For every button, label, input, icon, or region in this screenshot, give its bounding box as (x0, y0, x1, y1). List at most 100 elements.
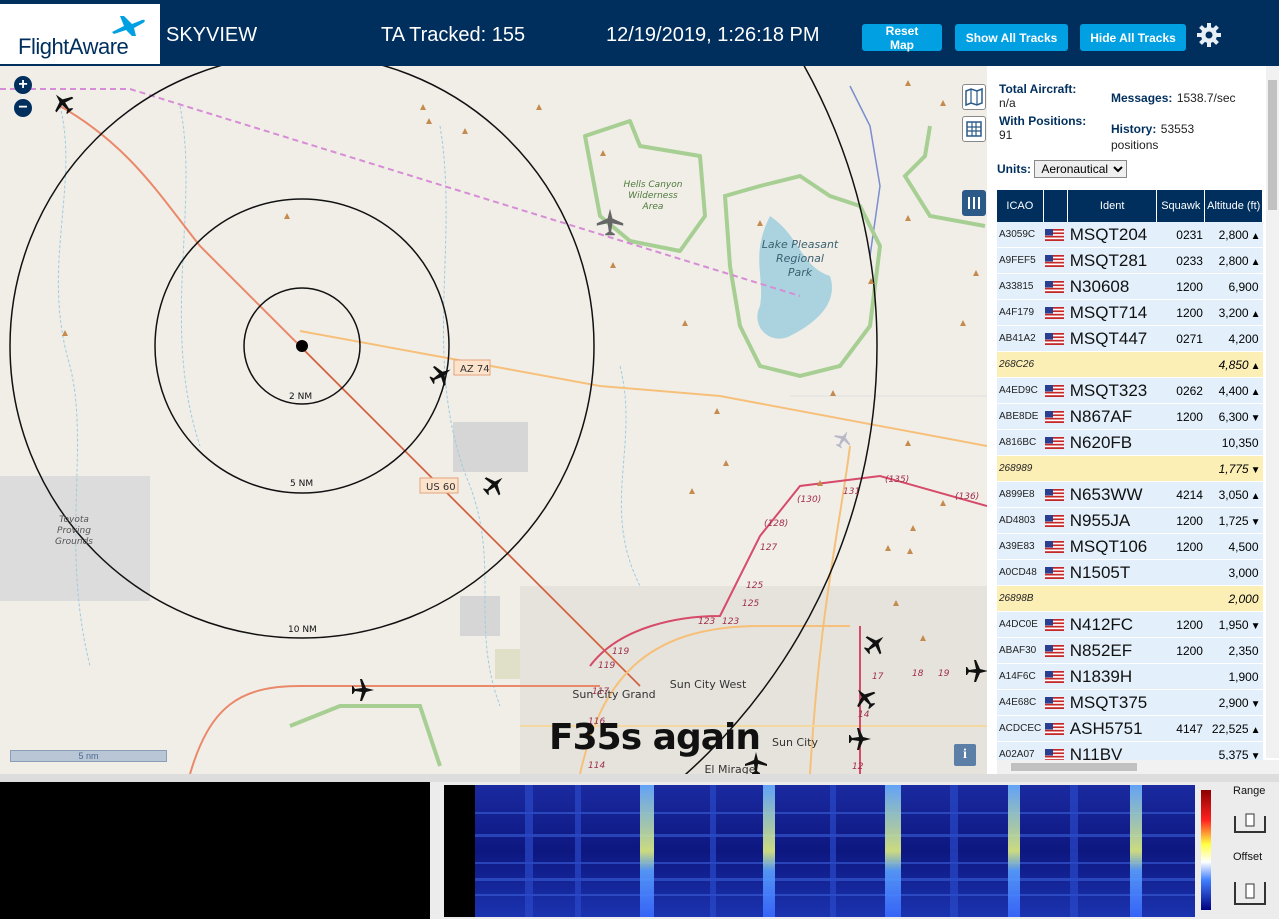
place-label: Hells Canyon (624, 180, 683, 190)
table-row[interactable]: A39E83 MSQT106 1200 4,500 (997, 533, 1263, 560)
icao-cell: A4E68C (997, 689, 1044, 716)
show-all-tracks-button[interactable]: Show All Tracks (955, 24, 1068, 51)
scrollbar-thumb[interactable] (1268, 80, 1277, 210)
icao-cell: ACDCEC (997, 715, 1044, 742)
messages-value: 1538.7/sec (1176, 91, 1236, 105)
aircraft-icon[interactable] (425, 359, 457, 391)
table-row[interactable]: A4DC0E N412FC 1200 1,950 ▼ (997, 611, 1263, 638)
table-row[interactable]: A4ED9C MSQT323 0262 4,400 ▲ (997, 377, 1263, 404)
table-row[interactable]: 268989 1,775 ▼ (997, 455, 1263, 482)
icao-cell: AD4803 (997, 507, 1044, 534)
hide-all-tracks-button[interactable]: Hide All Tracks (1080, 24, 1186, 51)
place-label: Sun City (772, 736, 818, 749)
place-label: Sun City Grand (572, 688, 655, 701)
range-slider[interactable] (1233, 812, 1267, 836)
scrollbar-thumb[interactable] (1011, 763, 1137, 771)
column-header-icao[interactable]: ICAO (997, 190, 1044, 222)
flightaware-logo[interactable]: FlightAware (0, 4, 160, 64)
place-label: Lake Pleasant (762, 238, 839, 251)
table-row[interactable]: AB41A2 MSQT447 0271 4,200 (997, 325, 1263, 352)
map-view[interactable]: 2 NM 5 NM 10 NM AZ 74 US 60 Hells Canyon… (0, 66, 987, 774)
messages-label: Messages: (1111, 91, 1173, 105)
horizontal-scrollbar[interactable] (997, 760, 1279, 774)
column-header-flag[interactable] (1043, 190, 1069, 222)
ident-cell: MSQT204 (1067, 222, 1157, 248)
aircraft-table: ICAO Ident Squawk Altitude (ft) A3059C MS… (997, 190, 1263, 766)
table-row[interactable]: A0CD48 N1505T 3,000 (997, 559, 1263, 586)
divider (0, 774, 1279, 782)
squawk-cell (1156, 663, 1205, 690)
table-row[interactable]: ABAF30 N852EF 1200 2,350 (997, 637, 1263, 664)
vertical-scrollbar[interactable] (1266, 66, 1279, 758)
ident-cell: N867AF (1067, 403, 1157, 430)
squawk-cell: 4147 (1156, 715, 1205, 742)
altitude-value: 6,900 (1228, 279, 1259, 294)
us-flag-icon (1045, 254, 1065, 267)
grid-button[interactable] (962, 116, 986, 142)
icao-cell: A4DC0E (997, 611, 1044, 638)
info-button[interactable]: i (954, 744, 976, 766)
table-row[interactable]: A9FEF5 MSQT281 0233 2,800 ▲ (997, 247, 1263, 274)
us-flag-icon (1045, 748, 1065, 761)
table-row[interactable]: A899E8 N653WW 4214 3,050 ▲ (997, 481, 1263, 508)
table-row[interactable]: ABE8DE N867AF 1200 6,300 ▼ (997, 403, 1263, 430)
ident-cell: MSQT375 (1067, 689, 1157, 716)
datetime: 12/19/2019, 1:26:18 PM (606, 24, 820, 46)
column-toggle-button[interactable] (962, 190, 986, 216)
table-row[interactable]: 268C26 4,850 ▲ (997, 351, 1263, 378)
map-layer-button[interactable] (962, 84, 986, 110)
zoom-in-button[interactable]: + (14, 76, 32, 94)
aircraft-icon[interactable] (830, 426, 856, 452)
offset-slider[interactable] (1233, 878, 1267, 908)
ident-cell: N412FC (1067, 611, 1157, 638)
table-row[interactable]: ACDCEC ASH5751 4147 22,525 ▲ (997, 715, 1263, 742)
units-select[interactable]: Aeronautical (1034, 160, 1128, 178)
table-row[interactable]: A14F6C N1839H 1,900 (997, 663, 1263, 690)
altitude-cell: 2,800 ▲ (1204, 222, 1263, 248)
table-row[interactable]: AD4803 N955JA 1200 1,725 ▼ (997, 507, 1263, 534)
route-number: 127 (760, 543, 777, 553)
squawk-cell: 1200 (1156, 611, 1205, 638)
column-header-altitude[interactable]: Altitude (ft) (1204, 190, 1263, 222)
with-positions-value: 91 (999, 128, 1013, 142)
us-flag-icon (1045, 228, 1065, 241)
table-row[interactable]: A816BC N620FB 10,350 (997, 429, 1263, 456)
table-row[interactable]: A33815 N30608 1200 6,900 (997, 273, 1263, 300)
table-row[interactable]: A4E68C MSQT375 2,900 ▼ (997, 689, 1263, 716)
offset-label: Offset (1233, 851, 1263, 863)
table-row[interactable]: 26898B 2,000 (997, 585, 1263, 612)
waterfall-controls: Range Offset (1225, 782, 1279, 919)
reset-map-button[interactable]: Reset Map (862, 24, 942, 52)
aircraft-table-wrapper: ICAO Ident Squawk Altitude (ft) A3059C MS… (997, 190, 1263, 766)
icao-cell: A4ED9C (997, 377, 1044, 404)
ident-cell: MSQT714 (1067, 299, 1157, 326)
altitude-value: 4,500 (1228, 539, 1259, 554)
column-header-ident[interactable]: Ident (1067, 190, 1158, 222)
altitude-cell: 6,300 ▼ (1204, 403, 1263, 430)
ident-cell: N1505T (1067, 559, 1157, 586)
squawk-cell: 0231 (1156, 222, 1205, 248)
place-label: Sun City West (670, 678, 747, 691)
flag-cell (1043, 351, 1068, 378)
table-row[interactable]: A4F179 MSQT714 1200 3,200 ▲ (997, 299, 1263, 326)
aircraft-icon[interactable] (352, 679, 374, 701)
range-label: 5 NM (290, 479, 313, 489)
flag-cell (1043, 533, 1068, 560)
trend-icon: ▲ (1250, 490, 1261, 502)
gear-icon[interactable] (1196, 22, 1222, 48)
zoom-out-button[interactable]: − (14, 99, 32, 117)
squawk-cell: 0262 (1156, 377, 1205, 404)
altitude-cell: 3,050 ▲ (1204, 481, 1263, 508)
flag-cell (1043, 715, 1068, 742)
place-label: Grounds (55, 537, 93, 547)
aircraft-icon[interactable] (478, 469, 510, 501)
altitude-cell: 4,500 (1204, 533, 1263, 560)
aircraft-panel: Total Aircraft: n/a With Positions: 91 M… (987, 66, 1279, 774)
ident-cell (1067, 351, 1157, 378)
icao-cell: A39E83 (997, 533, 1044, 560)
table-row[interactable]: A3059C MSQT204 0231 2,800 ▲ (997, 222, 1263, 248)
icao-cell: AB41A2 (997, 325, 1044, 352)
column-header-squawk[interactable]: Squawk (1156, 190, 1206, 222)
flag-cell (1043, 611, 1068, 638)
place-label: Park (788, 266, 813, 279)
